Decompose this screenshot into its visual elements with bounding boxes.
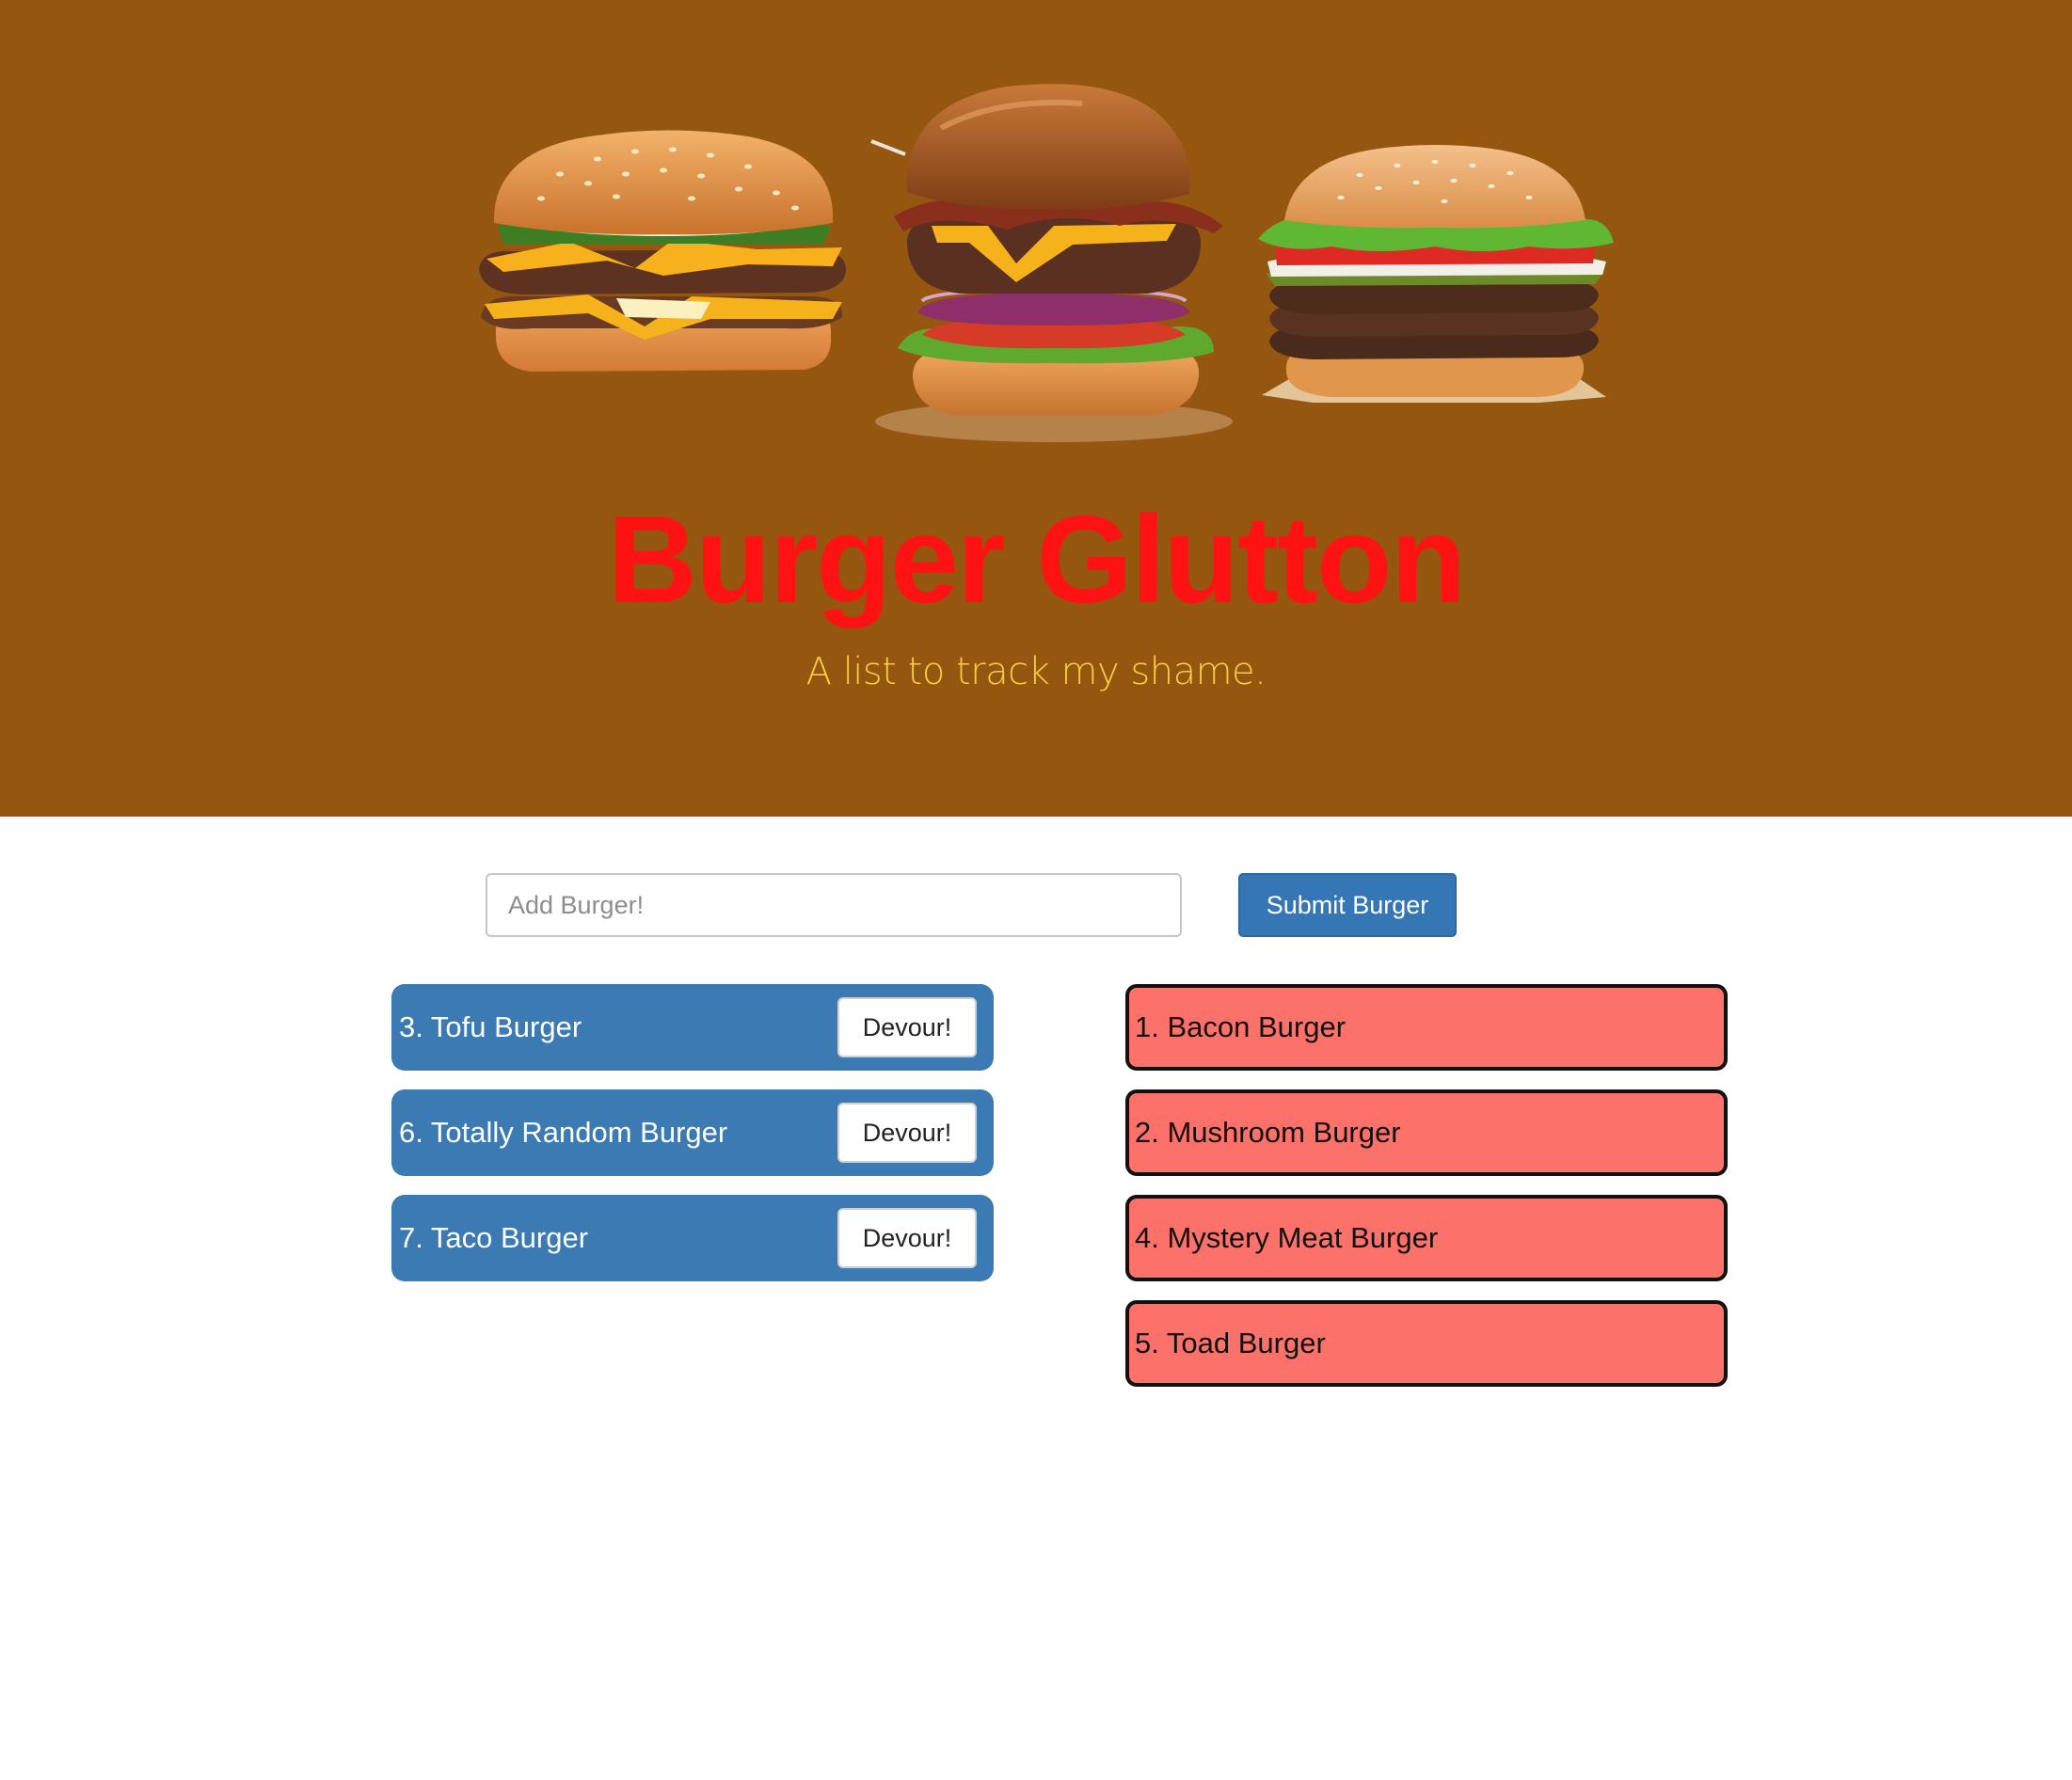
- hero-banner: Burger Glutton A list to track my shame.: [0, 0, 2072, 817]
- burger-item-uneaten: 7. Taco Burger Devour!: [391, 1195, 994, 1281]
- burger-item-devoured: 4. Mystery Meat Burger: [1125, 1195, 1728, 1281]
- devour-button[interactable]: Devour!: [837, 1208, 977, 1268]
- page-title: Burger Glutton: [607, 490, 1467, 628]
- bacon-burger-image: [870, 84, 1233, 442]
- burger-item-devoured: 2. Mushroom Burger: [1125, 1089, 1728, 1176]
- burger-name: 1. Bacon Burger: [1135, 1010, 1347, 1043]
- burger-item-devoured: 1. Bacon Burger: [1125, 984, 1728, 1071]
- devour-button[interactable]: Devour!: [837, 1103, 977, 1163]
- burger-name: 5. Toad Burger: [1135, 1327, 1326, 1359]
- burger-item-uneaten: 6. Totally Random Burger Devour!: [391, 1089, 994, 1176]
- burger-name: 7. Taco Burger: [399, 1221, 589, 1254]
- whopper-image: [1258, 145, 1614, 403]
- burger-name: 6. Totally Random Burger: [399, 1116, 728, 1149]
- add-burger-input[interactable]: [486, 873, 1182, 937]
- burger-item-uneaten: 3. Tofu Burger Devour!: [391, 984, 994, 1071]
- burger-name: 2. Mushroom Burger: [1135, 1116, 1401, 1149]
- burger-item-devoured: 5. Toad Burger: [1125, 1300, 1728, 1387]
- submit-burger-button[interactable]: Submit Burger: [1238, 873, 1457, 937]
- cheeseburger-image: [479, 130, 847, 372]
- devour-button[interactable]: Devour!: [837, 997, 977, 1057]
- page-subtitle: A list to track my shame.: [805, 650, 1267, 693]
- burger-name: 4. Mystery Meat Burger: [1135, 1221, 1439, 1254]
- burger-name: 3. Tofu Burger: [399, 1010, 582, 1043]
